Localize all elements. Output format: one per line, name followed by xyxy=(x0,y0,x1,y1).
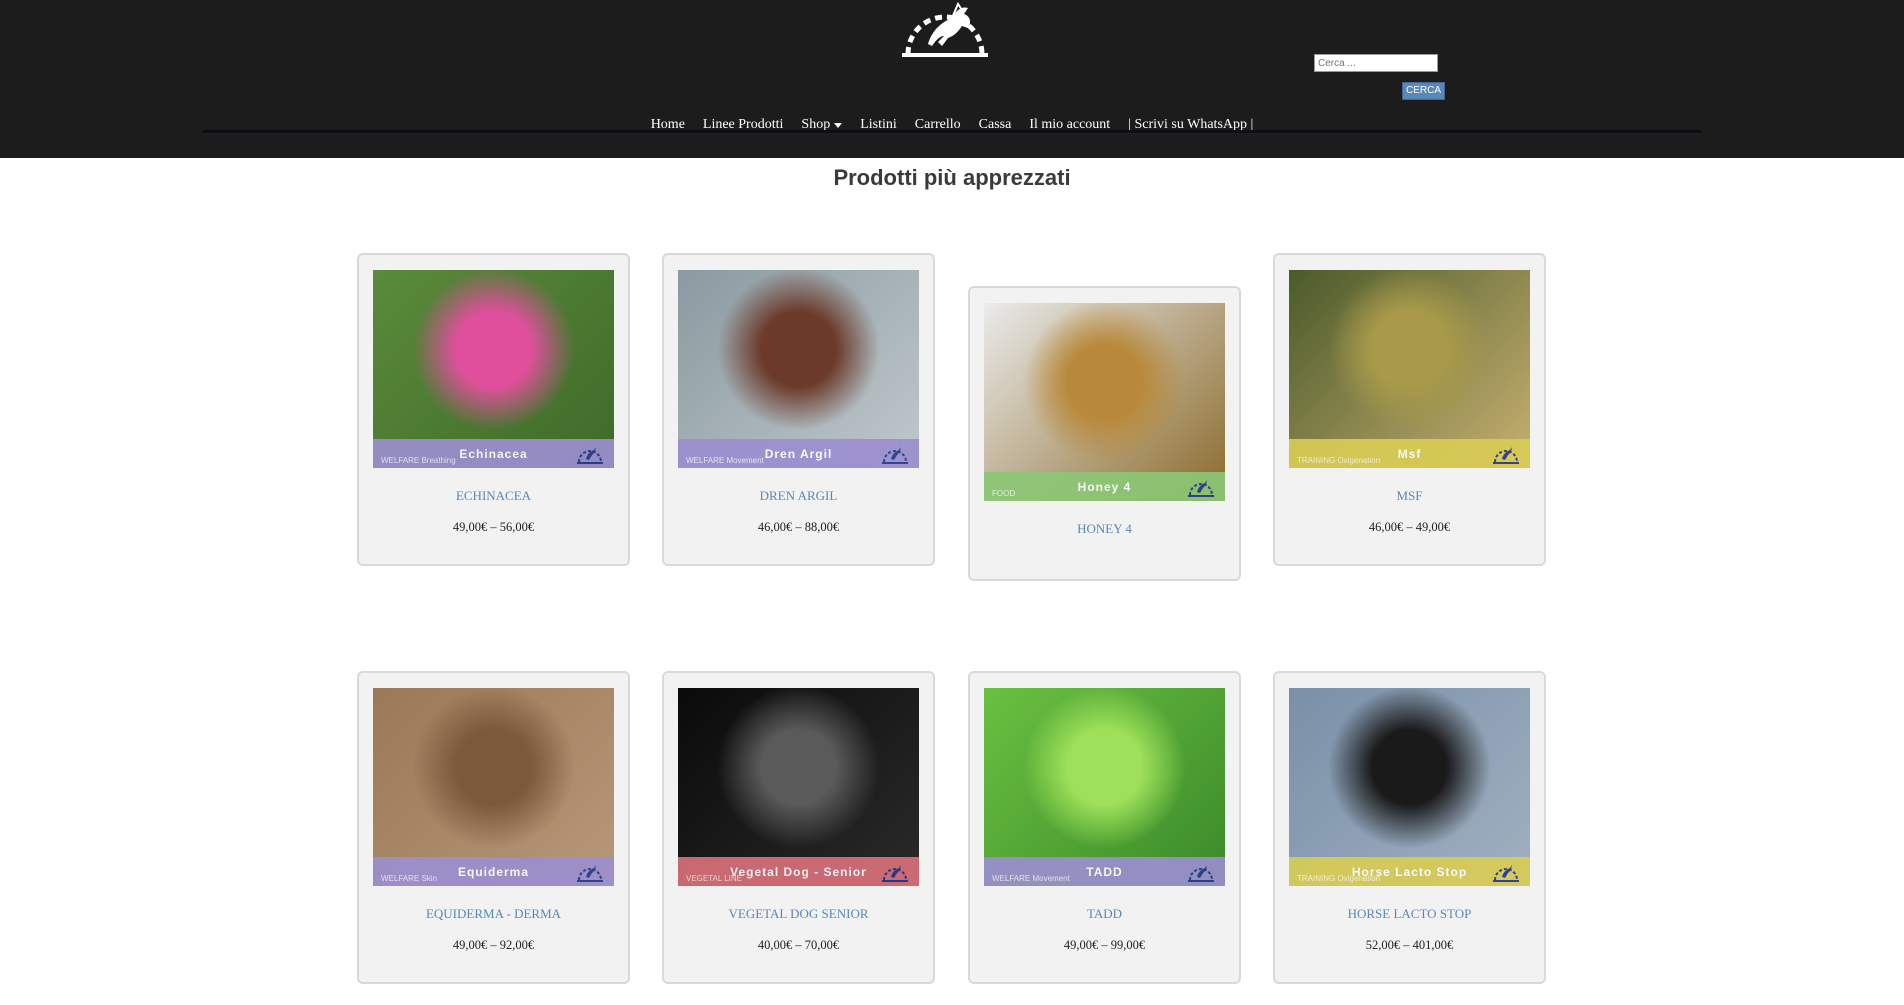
product-name[interactable]: VEGETAL DOG SENIOR xyxy=(664,906,933,922)
product-name[interactable]: TADD xyxy=(970,906,1239,922)
product-card[interactable]: WELFARE Movement Dren Argil DREN ARGIL 4… xyxy=(662,253,935,566)
product-card[interactable]: WELFARE Breathing Echinacea ECHINACEA 49… xyxy=(357,253,630,566)
product-image[interactable]: WELFARE Movement Dren Argil xyxy=(678,270,919,468)
product-price: 52,00€ – 401,00€ xyxy=(1365,938,1454,952)
product-price: 49,00€ – 99,00€ xyxy=(1063,938,1146,952)
product-card[interactable]: TRAINING Oxigenation Horse Lacto Stop HO… xyxy=(1273,671,1546,984)
product-image[interactable]: WELFARE Skin Equiderma xyxy=(373,688,614,886)
product-card[interactable]: FOOD Honey 4 HONEY 4 xyxy=(968,286,1241,581)
product-card[interactable]: TRAINING Oxigenation Msf MSF 46,00€ – 49… xyxy=(1273,253,1546,566)
product-band: FOOD Honey 4 xyxy=(984,472,1225,501)
product-band: WELFARE Movement TADD xyxy=(984,857,1225,886)
product-card[interactable]: VEGETAL LINE Vegetal Dog - Senior VEGETA… xyxy=(662,671,935,984)
search-button[interactable]: CERCA xyxy=(1402,82,1445,100)
product-name[interactable]: MSF xyxy=(1275,488,1544,504)
product-image[interactable]: FOOD Honey 4 xyxy=(984,303,1225,501)
product-price: 49,00€ – 92,00€ xyxy=(452,938,535,952)
product-card[interactable]: WELFARE Skin Equiderma EQUIDERMA - DERMA… xyxy=(357,671,630,984)
site-logo[interactable] xyxy=(898,0,992,60)
brand-logo-icon xyxy=(1188,865,1214,882)
product-image[interactable]: TRAINING Oxigenation Horse Lacto Stop xyxy=(1289,688,1530,886)
brand-logo-icon xyxy=(1493,865,1519,882)
product-image[interactable]: WELFARE Movement TADD xyxy=(984,688,1225,886)
brand-logo-icon xyxy=(1493,447,1519,464)
brand-logo-icon xyxy=(577,865,603,882)
product-price: 40,00€ – 70,00€ xyxy=(757,938,840,952)
product-image[interactable]: WELFARE Breathing Echinacea xyxy=(373,270,614,468)
product-band: VEGETAL LINE Vegetal Dog - Senior xyxy=(678,857,919,886)
product-name[interactable]: ECHINACEA xyxy=(359,488,628,504)
chevron-down-icon xyxy=(834,122,843,128)
product-image[interactable]: VEGETAL LINE Vegetal Dog - Senior xyxy=(678,688,919,886)
product-name[interactable]: EQUIDERMA - DERMA xyxy=(359,906,628,922)
nav-divider xyxy=(202,130,1701,134)
brand-logo-icon xyxy=(1188,480,1214,497)
product-card[interactable]: WELFARE Movement TADD TADD 49,00€ – 99,0… xyxy=(968,671,1241,984)
site-header: CERCA Home Linee Prodotti Shop Listini C… xyxy=(0,0,1904,158)
product-band: TRAINING Oxigenation Msf xyxy=(1289,439,1530,468)
product-price: 46,00€ – 88,00€ xyxy=(757,520,840,534)
product-name[interactable]: DREN ARGIL xyxy=(664,488,933,504)
product-band: WELFARE Movement Dren Argil xyxy=(678,439,919,468)
product-name[interactable]: HORSE LACTO STOP xyxy=(1275,906,1544,922)
brand-logo-icon xyxy=(882,865,908,882)
product-image[interactable]: TRAINING Oxigenation Msf xyxy=(1289,270,1530,468)
search-input[interactable] xyxy=(1314,54,1438,72)
brand-logo-icon xyxy=(577,447,603,464)
section-title: Prodotti più apprezzati xyxy=(833,165,1071,190)
product-name[interactable]: HONEY 4 xyxy=(970,521,1239,537)
product-price: 46,00€ – 49,00€ xyxy=(1368,520,1451,534)
product-price: 49,00€ – 56,00€ xyxy=(452,520,535,534)
product-band: WELFARE Breathing Echinacea xyxy=(373,439,614,468)
brand-logo-icon xyxy=(882,447,908,464)
product-band: TRAINING Oxigenation Horse Lacto Stop xyxy=(1289,857,1530,886)
product-band: WELFARE Skin Equiderma xyxy=(373,857,614,886)
